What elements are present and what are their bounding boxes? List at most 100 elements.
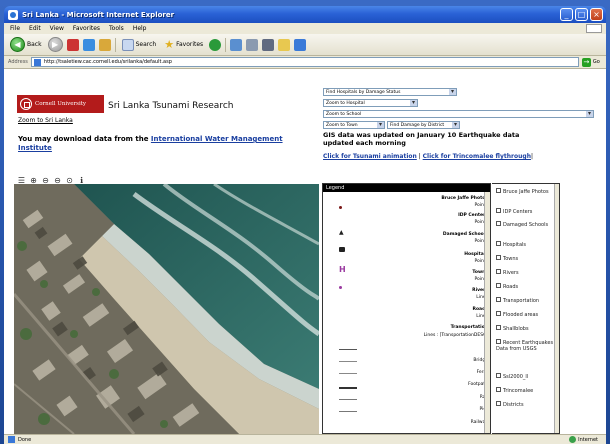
folder-icon[interactable] <box>278 38 291 51</box>
menu-file[interactable]: File <box>10 25 20 32</box>
layer-checkbox[interactable] <box>496 325 501 330</box>
find-damage-select[interactable]: Find Damage by District <box>387 121 460 129</box>
zoom-sri-lanka-link[interactable]: Zoom to Sri Lanka <box>18 117 73 124</box>
security-zone: Internet <box>569 436 598 443</box>
layer-checkbox[interactable] <box>496 241 501 246</box>
internet-globe-icon <box>569 436 577 443</box>
layer-shallblobs[interactable]: Shallblobs <box>496 325 558 332</box>
zoom-town-select[interactable]: Zoom to Town <box>323 121 385 129</box>
layer-label: Bruce Jaffe Photos <box>503 189 549 195</box>
close-button[interactable]: × <box>590 8 603 21</box>
page-icon <box>33 58 41 66</box>
menu-bar: File Edit View Favorites Tools Help <box>4 23 606 34</box>
media-icon[interactable] <box>209 38 222 51</box>
toolbar-separator <box>225 37 227 52</box>
layer-checkbox[interactable] <box>496 401 501 406</box>
layer-label: Districts <box>503 402 524 408</box>
back-button[interactable]: ◀ Back <box>8 36 44 53</box>
go-button[interactable]: → Go <box>581 57 600 67</box>
rail-line-icon <box>339 399 357 400</box>
status-bar: Done Internet <box>4 434 606 444</box>
layer-checkbox[interactable] <box>496 283 501 288</box>
layer-label: Towns <box>503 256 519 262</box>
search-button[interactable]: Search <box>120 38 159 52</box>
layer-checkbox[interactable] <box>496 297 501 302</box>
layer-rivers[interactable]: Rivers <box>496 269 558 276</box>
legend-scrollbar[interactable] <box>484 192 490 433</box>
pier-line-icon <box>339 411 357 412</box>
ie-icon <box>8 9 18 20</box>
search-label: Search <box>135 41 157 48</box>
layer-towns[interactable]: Towns <box>496 255 558 262</box>
zoom-school-select[interactable]: Zoom to School <box>323 110 594 118</box>
back-arrow-icon: ◀ <box>10 37 25 52</box>
layer-checkbox[interactable] <box>496 221 501 226</box>
address-input[interactable]: http://tsaletiew.cac.cornell.edu/srilank… <box>30 57 579 67</box>
address-bar: Address http://tsaletiew.cac.cornell.edu… <box>4 56 606 69</box>
layer-idp-centers[interactable]: IDP Centers <box>496 208 558 215</box>
layer-damaged-schools[interactable]: Damaged Schools <box>496 221 558 228</box>
layer-checkbox[interactable] <box>496 387 501 392</box>
menu-edit[interactable]: Edit <box>29 25 41 32</box>
favorites-label: Favorites <box>176 41 204 48</box>
layer-checkbox[interactable] <box>496 255 501 260</box>
school-icon <box>339 247 345 252</box>
history-icon[interactable] <box>230 38 243 51</box>
layer-checkbox[interactable] <box>496 269 501 274</box>
stop-icon[interactable] <box>66 38 79 51</box>
transport-line-icon <box>339 349 357 350</box>
layer-trincomalee[interactable]: Trincomalee <box>496 387 558 394</box>
layer-label: Damaged Schools <box>503 222 549 228</box>
trincomalee-flythrough-link[interactable]: Click for Trincomalee flythrough <box>423 153 531 160</box>
title-bar: Sri Lanka - Microsoft Internet Explorer … <box>4 6 606 23</box>
search-icon <box>121 38 134 51</box>
layer-label: Flooded areas <box>503 312 539 318</box>
layer-checkbox[interactable] <box>496 339 501 344</box>
refresh-icon[interactable] <box>82 38 95 51</box>
layers-scrollbar[interactable] <box>554 184 559 433</box>
menu-view[interactable]: View <box>50 25 64 32</box>
layer-checkbox[interactable] <box>496 188 501 193</box>
forward-button[interactable]: ▶ <box>47 37 63 52</box>
bridge-line-icon <box>339 361 357 362</box>
layer-districts[interactable]: Districts <box>496 401 558 408</box>
menu-help[interactable]: Help <box>133 25 147 32</box>
favorites-button[interactable]: ★ Favorites <box>162 37 205 52</box>
windows-logo-icon <box>586 24 602 33</box>
layer-ssl2000[interactable]: Ssl2000_ll <box>496 373 558 380</box>
messenger-icon[interactable] <box>294 38 307 51</box>
find-hospitals-select[interactable]: Find Hospitals by Damage Status <box>323 88 457 96</box>
layer-flooded-areas[interactable]: Flooded areas <box>496 311 558 318</box>
layer-earthquakes[interactable]: Recent Earthquakes Data from USGS <box>496 339 558 352</box>
home-icon[interactable] <box>98 38 111 51</box>
cornell-seal-icon <box>20 98 32 110</box>
animation-links: Click for Tsunami animation | Click for … <box>323 153 543 161</box>
go-arrow-icon: → <box>581 57 591 67</box>
back-label: Back <box>27 41 42 48</box>
menu-tools[interactable]: Tools <box>109 25 124 32</box>
layer-hospitals[interactable]: Hospitals <box>496 241 558 248</box>
legend-row: Lines : [TransportationDESC] <box>423 333 488 338</box>
layer-label: Transportation <box>503 298 540 304</box>
maximize-button[interactable]: □ <box>575 8 588 21</box>
logo-text: Cornell University <box>35 101 87 107</box>
zoom-hospital-select[interactable]: Zoom to Hospital <box>323 99 418 107</box>
layer-bruce-jaffe[interactable]: Bruce Jaffe Photos <box>496 188 558 195</box>
tsunami-animation-link[interactable]: Click for Tsunami animation <box>323 153 417 160</box>
mail-icon[interactable] <box>246 38 259 51</box>
layer-checkbox[interactable] <box>496 208 501 213</box>
legend-title: Legend <box>323 184 490 192</box>
menu-favorites[interactable]: Favorites <box>73 25 100 32</box>
layer-label: Roads <box>503 284 519 290</box>
layer-transportation[interactable]: Transportation <box>496 297 558 304</box>
layer-list: Bruce Jaffe Photos IDP Centers Damaged S… <box>492 183 560 434</box>
aerial-map[interactable] <box>14 184 319 434</box>
print-icon[interactable] <box>262 38 275 51</box>
layer-checkbox[interactable] <box>496 311 501 316</box>
layer-roads[interactable]: Roads <box>496 283 558 290</box>
layer-checkbox[interactable] <box>496 373 501 378</box>
hospital-icon: H <box>339 265 346 274</box>
cornell-logo[interactable]: Cornell University <box>17 95 104 113</box>
layer-label: Trincomalee <box>503 388 534 394</box>
minimize-button[interactable]: _ <box>560 8 573 21</box>
